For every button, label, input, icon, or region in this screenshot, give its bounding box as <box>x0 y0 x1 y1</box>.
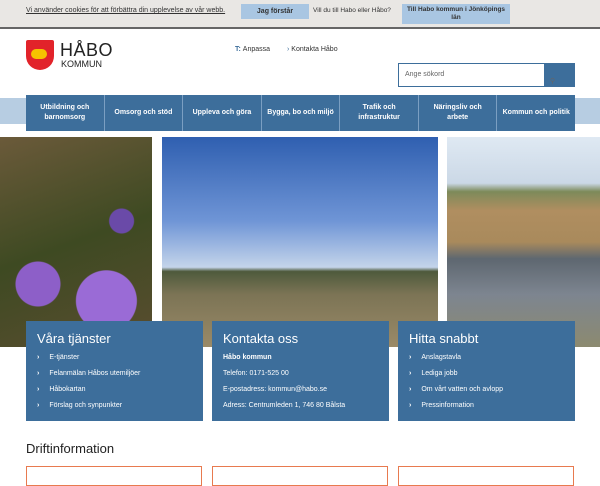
cookie-banner: Vi använder cookies för att förbättra di… <box>0 0 600 29</box>
link-item[interactable]: Håbokartan <box>37 386 192 402</box>
contact-card: Kontakta oss Håbo kommun Telefon: 0171-5… <box>212 321 389 421</box>
nav-item[interactable]: Bygga, bo och miljö <box>262 95 341 131</box>
drift-box[interactable] <box>26 466 202 486</box>
search-icon: ⚲ <box>550 78 556 85</box>
link-item[interactable]: Anslagstavla <box>409 354 564 370</box>
nav-item[interactable]: Kommun och politik <box>497 95 575 131</box>
landscape-image <box>162 137 438 347</box>
nav-item[interactable]: Trafik och infrastruktur <box>340 95 419 131</box>
card-title: Kontakta oss <box>223 331 299 346</box>
logo-text: HÅBO <box>60 40 114 60</box>
contact-label: Kontakta Håbo <box>291 46 338 53</box>
text-size-icon: T: <box>235 46 243 53</box>
lake-image <box>447 137 600 347</box>
quick-links-card: Hitta snabbt Anslagstavla Lediga jobb Om… <box>398 321 575 421</box>
customize-link[interactable]: T: Anpassa <box>235 46 270 53</box>
link-item[interactable]: E-tjänster <box>37 354 192 370</box>
link-item[interactable]: Felanmälan Håbos utemiljöer <box>37 370 192 386</box>
habo-question: Vill du till Habo eller Håbo? <box>313 7 391 14</box>
cookie-accept-button[interactable]: Jag förstår <box>241 4 309 19</box>
search-input[interactable]: Ange sökord <box>405 71 444 78</box>
search-button[interactable]: ⚲ <box>544 64 574 86</box>
drift-box[interactable] <box>398 466 574 486</box>
nav-item[interactable]: Uppleva och göra <box>183 95 262 131</box>
link-item[interactable]: Lediga jobb <box>409 370 564 386</box>
card-title: Våra tjänster <box>37 331 111 346</box>
link-item[interactable]: Om vårt vatten och avlopp <box>409 386 564 402</box>
habo-jonkoping-button[interactable]: Till Habo kommun i Jönköpings län <box>402 4 510 24</box>
search-box: Ange sökord ⚲ <box>398 63 575 87</box>
contact-link[interactable]: › Kontakta Håbo <box>287 46 338 53</box>
link-item[interactable]: Pressinformation <box>409 402 564 418</box>
phone: Telefon: 0171-525 00 <box>223 370 289 377</box>
nav-item[interactable]: Näringsliv och arbete <box>419 95 498 131</box>
email-link[interactable]: E-postadress: kommun@habo.se <box>223 386 378 402</box>
card-title: Hitta snabbt <box>409 331 479 346</box>
org-name: Håbo kommun <box>223 354 272 361</box>
nav-item[interactable]: Utbildning och barnomsorg <box>26 95 105 131</box>
services-card: Våra tjänster E-tjänster Felanmälan Håbo… <box>26 321 203 421</box>
link-item[interactable]: Förslag och synpunkter <box>37 402 192 418</box>
main-nav: Utbildning och barnomsorg Omsorg och stö… <box>26 95 575 131</box>
coat-of-arms-icon <box>26 40 54 70</box>
drift-box[interactable] <box>212 466 388 486</box>
logo-subtext: KOMMUN <box>61 59 102 69</box>
nav-item[interactable]: Omsorg och stöd <box>105 95 184 131</box>
customize-label: Anpassa <box>242 46 271 53</box>
crocus-image <box>0 137 152 347</box>
cookie-message-link[interactable]: Vi använder cookies för att förbättra di… <box>26 7 225 14</box>
drift-heading: Driftinformation <box>26 441 115 456</box>
address: Adress: Centrumleden 1, 746 80 Bålsta <box>223 402 346 409</box>
